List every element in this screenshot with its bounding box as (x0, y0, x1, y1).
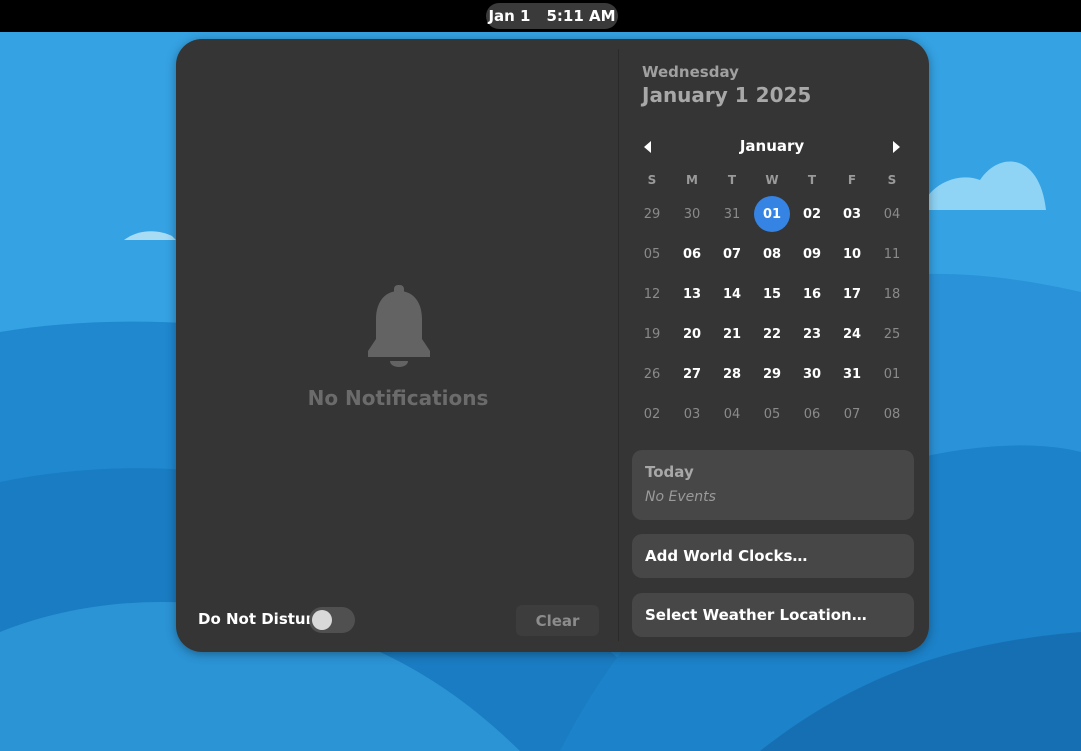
full-date-label[interactable]: January 1 2025 (642, 83, 811, 107)
calendar-day[interactable]: 10 (834, 236, 870, 272)
calendar-day[interactable]: 02 (794, 196, 830, 232)
calendar-day[interactable]: 06 (674, 236, 710, 272)
no-events-label: No Events (645, 489, 716, 505)
chevron-right-icon (893, 141, 900, 153)
clock-time: 5:11 AM (546, 7, 616, 25)
do-not-disturb-toggle[interactable] (309, 607, 355, 633)
calendar-day[interactable]: 14 (714, 276, 750, 312)
top-bar: Jan 1 5:11 AM (0, 0, 1081, 32)
calendar-day[interactable]: 03 (674, 396, 710, 432)
calendar-day[interactable]: 23 (794, 316, 830, 352)
day-of-week-header: S (887, 173, 897, 187)
clock-date: Jan 1 (488, 7, 531, 25)
month-navigation: January (632, 133, 912, 161)
calendar-day[interactable]: 02 (634, 396, 670, 432)
calendar-day[interactable]: 26 (634, 356, 670, 392)
calendar-day-today[interactable]: 01 (754, 196, 790, 232)
calendar-day[interactable]: 06 (794, 396, 830, 432)
section-divider (618, 49, 619, 641)
date-menu-popover: No Notifications Do Not Disturb Clear We… (176, 39, 929, 652)
bell-icon (368, 285, 430, 367)
add-world-clocks-button[interactable]: Add World Clocks… (632, 534, 914, 578)
day-of-week-header: S (647, 173, 657, 187)
select-weather-location-button[interactable]: Select Weather Location… (632, 593, 914, 637)
calendar-day[interactable]: 25 (874, 316, 910, 352)
calendar-day[interactable]: 20 (674, 316, 710, 352)
calendar-day[interactable]: 11 (874, 236, 910, 272)
day-of-week-header: F (847, 173, 857, 187)
calendar-day[interactable]: 04 (874, 196, 910, 232)
calendar-day[interactable]: 04 (714, 396, 750, 432)
calendar-day[interactable]: 30 (794, 356, 830, 392)
events-section[interactable]: Today No Events (632, 450, 914, 520)
calendar-day[interactable]: 05 (754, 396, 790, 432)
day-of-week-header: M (686, 173, 698, 187)
calendar-day[interactable]: 21 (714, 316, 750, 352)
calendar-day[interactable]: 01 (874, 356, 910, 392)
calendar-day[interactable]: 24 (834, 316, 870, 352)
month-label: January (739, 137, 805, 155)
events-title: Today (645, 463, 694, 481)
calendar-day[interactable]: 09 (794, 236, 830, 272)
calendar-day[interactable]: 07 (834, 396, 870, 432)
calendar-day[interactable]: 22 (754, 316, 790, 352)
toggle-knob (312, 610, 332, 630)
calendar-day[interactable]: 07 (714, 236, 750, 272)
calendar-day[interactable]: 13 (674, 276, 710, 312)
calendar-day[interactable]: 27 (674, 356, 710, 392)
calendar-day[interactable]: 31 (714, 196, 750, 232)
calendar-day[interactable]: 08 (874, 396, 910, 432)
do-not-disturb-label: Do Not Disturb (198, 610, 324, 628)
calendar-day[interactable]: 30 (674, 196, 710, 232)
calendar-day[interactable]: 29 (634, 196, 670, 232)
clear-button[interactable]: Clear (516, 605, 599, 636)
calendar-day[interactable]: 17 (834, 276, 870, 312)
day-of-week-header: W (765, 173, 779, 187)
calendar-day[interactable]: 08 (754, 236, 790, 272)
weather-label: Select Weather Location… (645, 606, 867, 624)
empty-notifications-label: No Notifications (307, 386, 489, 410)
calendar-day[interactable]: 15 (754, 276, 790, 312)
calendar-day[interactable]: 29 (754, 356, 790, 392)
calendar-day[interactable]: 12 (634, 276, 670, 312)
calendar-day[interactable]: 03 (834, 196, 870, 232)
calendar-day[interactable]: 05 (634, 236, 670, 272)
calendar-day[interactable]: 16 (794, 276, 830, 312)
world-clocks-label: Add World Clocks… (645, 547, 808, 565)
calendar-day[interactable]: 28 (714, 356, 750, 392)
clock-button[interactable]: Jan 1 5:11 AM (486, 3, 618, 29)
calendar-day[interactable]: 19 (634, 316, 670, 352)
day-of-week-header: T (727, 173, 737, 187)
next-month-button[interactable] (886, 137, 906, 157)
calendar-day[interactable]: 18 (874, 276, 910, 312)
calendar-day[interactable]: 31 (834, 356, 870, 392)
day-of-week-header: T (807, 173, 817, 187)
weekday-label[interactable]: Wednesday (642, 63, 739, 81)
